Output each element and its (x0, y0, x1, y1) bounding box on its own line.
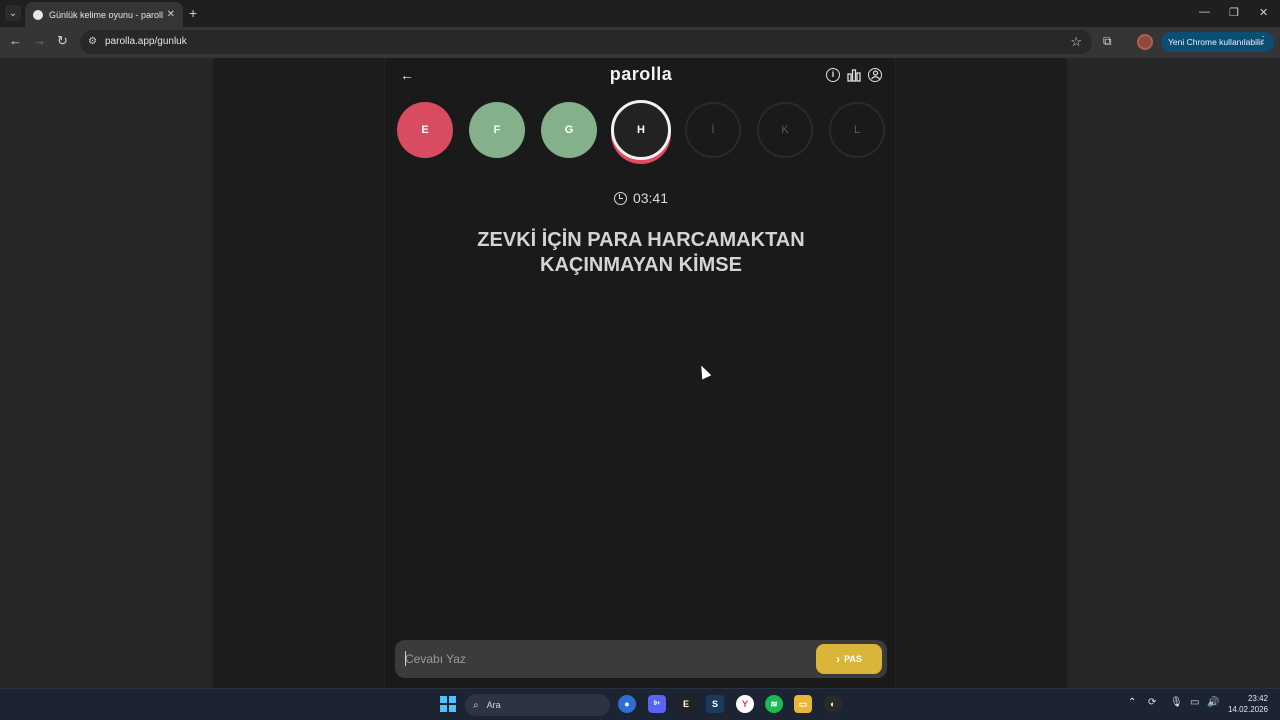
steam-taskbar-icon[interactable]: S (706, 695, 724, 713)
site-favicon-icon (33, 9, 43, 20)
reload-icon[interactable]: ↻ (57, 34, 68, 48)
spotify-taskbar-icon[interactable]: ≋ (765, 695, 783, 713)
clock-date: 14.02.2026 (1227, 705, 1268, 714)
user-icon[interactable] (868, 68, 882, 82)
tray-chevron-up-icon[interactable]: ⌃ (1128, 697, 1136, 708)
chrome-update-button[interactable]: Yeni Chrome kullanılabilir ⋮ (1161, 32, 1274, 52)
site-settings-icon[interactable]: ⚙ (88, 36, 100, 48)
tab-search-button[interactable]: ⌄ (5, 5, 21, 21)
epic-games-taskbar-icon[interactable]: E (677, 695, 695, 713)
new-tab-button[interactable]: + (189, 6, 197, 20)
system-clock[interactable]: 23:42 14.02.2026 (1228, 693, 1268, 715)
info-icon[interactable]: i (826, 68, 840, 82)
microphone-icon[interactable]: 🎙 (1170, 697, 1183, 708)
more-menu-icon[interactable]: ⋮ (1258, 35, 1268, 46)
letter-circle-l: L (829, 102, 885, 158)
letter-circle-k: K (757, 102, 813, 158)
letter-circle-f: F (469, 102, 525, 158)
taskbar-search[interactable]: ⌕ Ara (465, 694, 610, 716)
letter-circle-e: E (397, 102, 453, 158)
chrome-update-label: Yeni Chrome kullanılabilir (1168, 37, 1264, 47)
volume-icon[interactable]: 🔊 (1207, 697, 1219, 708)
profile-avatar[interactable] (1137, 34, 1153, 50)
file-explorer-taskbar-icon[interactable]: ▭ (794, 695, 812, 713)
yandex-taskbar-icon[interactable]: Y (736, 695, 754, 713)
question-line-1: ZEVKİ İÇİN PARA HARCAMAKTAN (477, 229, 805, 251)
pass-button[interactable]: › PAS (816, 644, 882, 674)
answer-bar: › PAS (395, 640, 887, 678)
browser-tab[interactable]: Günlük kelime oyunu - parolla ✕ (25, 2, 183, 27)
text-caret (405, 651, 406, 666)
search-icon: ⌕ (473, 699, 479, 711)
windows-start-icon[interactable] (440, 696, 456, 712)
address-bar[interactable]: ⚙ parolla.app/gunluk ☆ (80, 30, 1092, 54)
chevron-right-icon: › (836, 652, 841, 666)
discord-taskbar-icon[interactable]: 9+ (648, 695, 666, 713)
question-line-2: KAÇINMAYAN KİMSE (540, 254, 742, 276)
url-text: parolla.app/gunluk (105, 36, 187, 47)
bookmark-star-icon[interactable]: ☆ (1070, 34, 1082, 50)
letter-circle-h: H (611, 100, 671, 160)
clock-time: 23:42 (1247, 694, 1268, 703)
app-taskbar-icon[interactable]: ◐ (824, 695, 842, 713)
extensions-icon[interactable]: ⧉ (1103, 34, 1112, 49)
browser-toolbar: ← → ↻ ⚙ parolla.app/gunluk ☆ (0, 27, 1280, 58)
stats-icon[interactable] (847, 68, 861, 82)
forward-icon[interactable]: → (33, 34, 46, 48)
chrome-taskbar-icon[interactable]: ● (618, 695, 636, 713)
app-logo: parolla (609, 64, 673, 84)
timer-value: 03:41 (632, 190, 669, 206)
back-icon[interactable]: ← (9, 34, 22, 48)
pass-label: PAS (844, 654, 862, 664)
question-text: ZEVKİ İÇİN PARA HARCAMAKTAN KAÇINMAYAN K… (425, 228, 857, 278)
windows-taskbar: ⌕ Ara ● 9+ E S Y ≋ ▭ ◐ ⌃ ⟳ 🎙 ▭ 🔊 23:42 1… (0, 688, 1280, 720)
close-window-icon[interactable]: ✕ (1259, 6, 1268, 19)
page-viewport: ← parolla i E F G H İ K L 03:41 ZEVKİ İÇ… (0, 58, 1280, 688)
close-tab-icon[interactable]: ✕ (167, 9, 175, 20)
clock-icon (613, 191, 627, 205)
discord-badge: 9+ (653, 701, 661, 707)
restore-icon[interactable]: ❐ (1229, 6, 1239, 19)
browser-tab-strip: ⌄ Günlük kelime oyunu - parolla ✕ + — ❐ … (0, 0, 1280, 27)
letter-circle-g: G (541, 102, 597, 158)
taskbar-search-label: Ara (486, 700, 501, 710)
answer-input[interactable] (405, 648, 795, 670)
sync-icon[interactable]: ⟳ (1148, 697, 1156, 708)
tab-title: Günlük kelime oyunu - parolla (49, 9, 163, 20)
game-panel: ← parolla i E F G H İ K L 03:41 ZEVKİ İÇ… (384, 58, 896, 688)
timer: 03:41 (385, 190, 897, 206)
network-icon[interactable]: ▭ (1190, 697, 1199, 708)
minimize-icon[interactable]: — (1199, 6, 1210, 18)
letter-circle-i: İ (685, 102, 741, 158)
